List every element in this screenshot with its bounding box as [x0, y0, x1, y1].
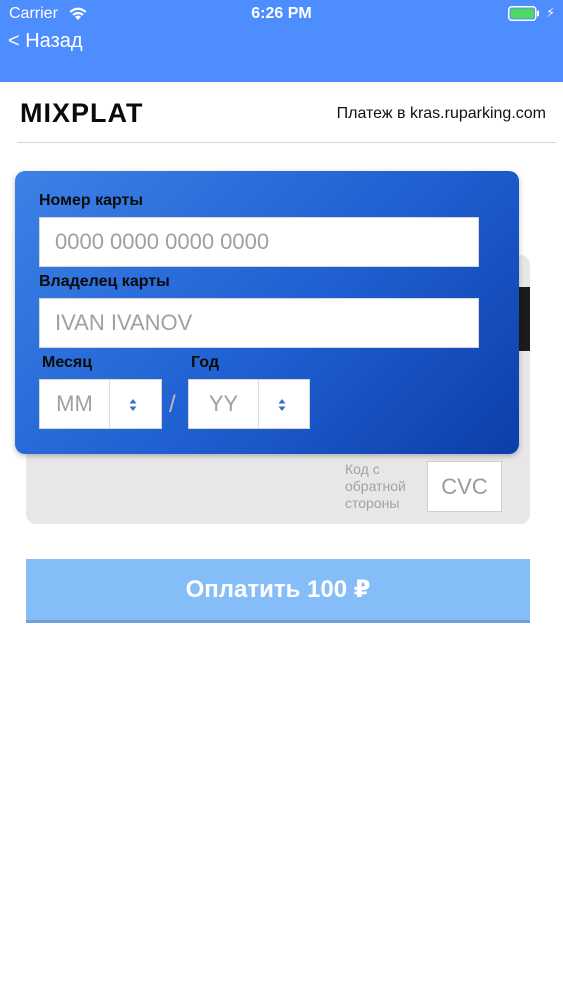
month-select[interactable]: MM: [39, 379, 162, 429]
cvc-label-line: Код с: [345, 461, 380, 477]
navigation-bar: Carrier 6:26 PM ⚡ < Назад: [0, 0, 563, 82]
pay-button[interactable]: Оплатить 100 ₽: [26, 559, 530, 623]
cvc-label-line: обратной: [345, 478, 406, 494]
up-down-arrows-icon: [129, 399, 137, 411]
select-divider: [258, 380, 259, 428]
year-label: Год: [191, 354, 219, 371]
clock: 6:26 PM: [251, 5, 312, 22]
payment-recipient: Платеж в kras.ruparking.com: [336, 105, 546, 122]
cvc-label-line: стороны: [345, 495, 400, 511]
card-holder-input[interactable]: IVAN IVANOV: [39, 298, 479, 348]
battery-icon: [508, 6, 539, 21]
year-select[interactable]: YY: [188, 379, 310, 429]
cvc-input[interactable]: CVC: [427, 461, 502, 512]
status-bar: Carrier 6:26 PM ⚡: [0, 0, 563, 30]
card-number-label: Номер карты: [39, 192, 144, 209]
year-value: YY: [208, 391, 239, 416]
select-divider: [109, 380, 110, 428]
month-value: MM: [56, 391, 93, 416]
header-divider: [17, 142, 556, 143]
up-down-arrows-icon: [278, 399, 286, 411]
card-holder-label: Владелец карты: [39, 273, 170, 290]
charging-bolt-icon: ⚡: [546, 5, 556, 20]
month-label: Месяц: [42, 354, 93, 371]
back-button[interactable]: < Назад: [8, 30, 83, 53]
cvc-label: Код с обратной стороны: [345, 461, 421, 512]
card-number-input[interactable]: 0000 0000 0000 0000: [39, 217, 479, 267]
date-separator: /: [169, 391, 176, 418]
magnetic-stripe: [519, 287, 530, 351]
brand-logo: MIXPLAT: [20, 98, 144, 128]
